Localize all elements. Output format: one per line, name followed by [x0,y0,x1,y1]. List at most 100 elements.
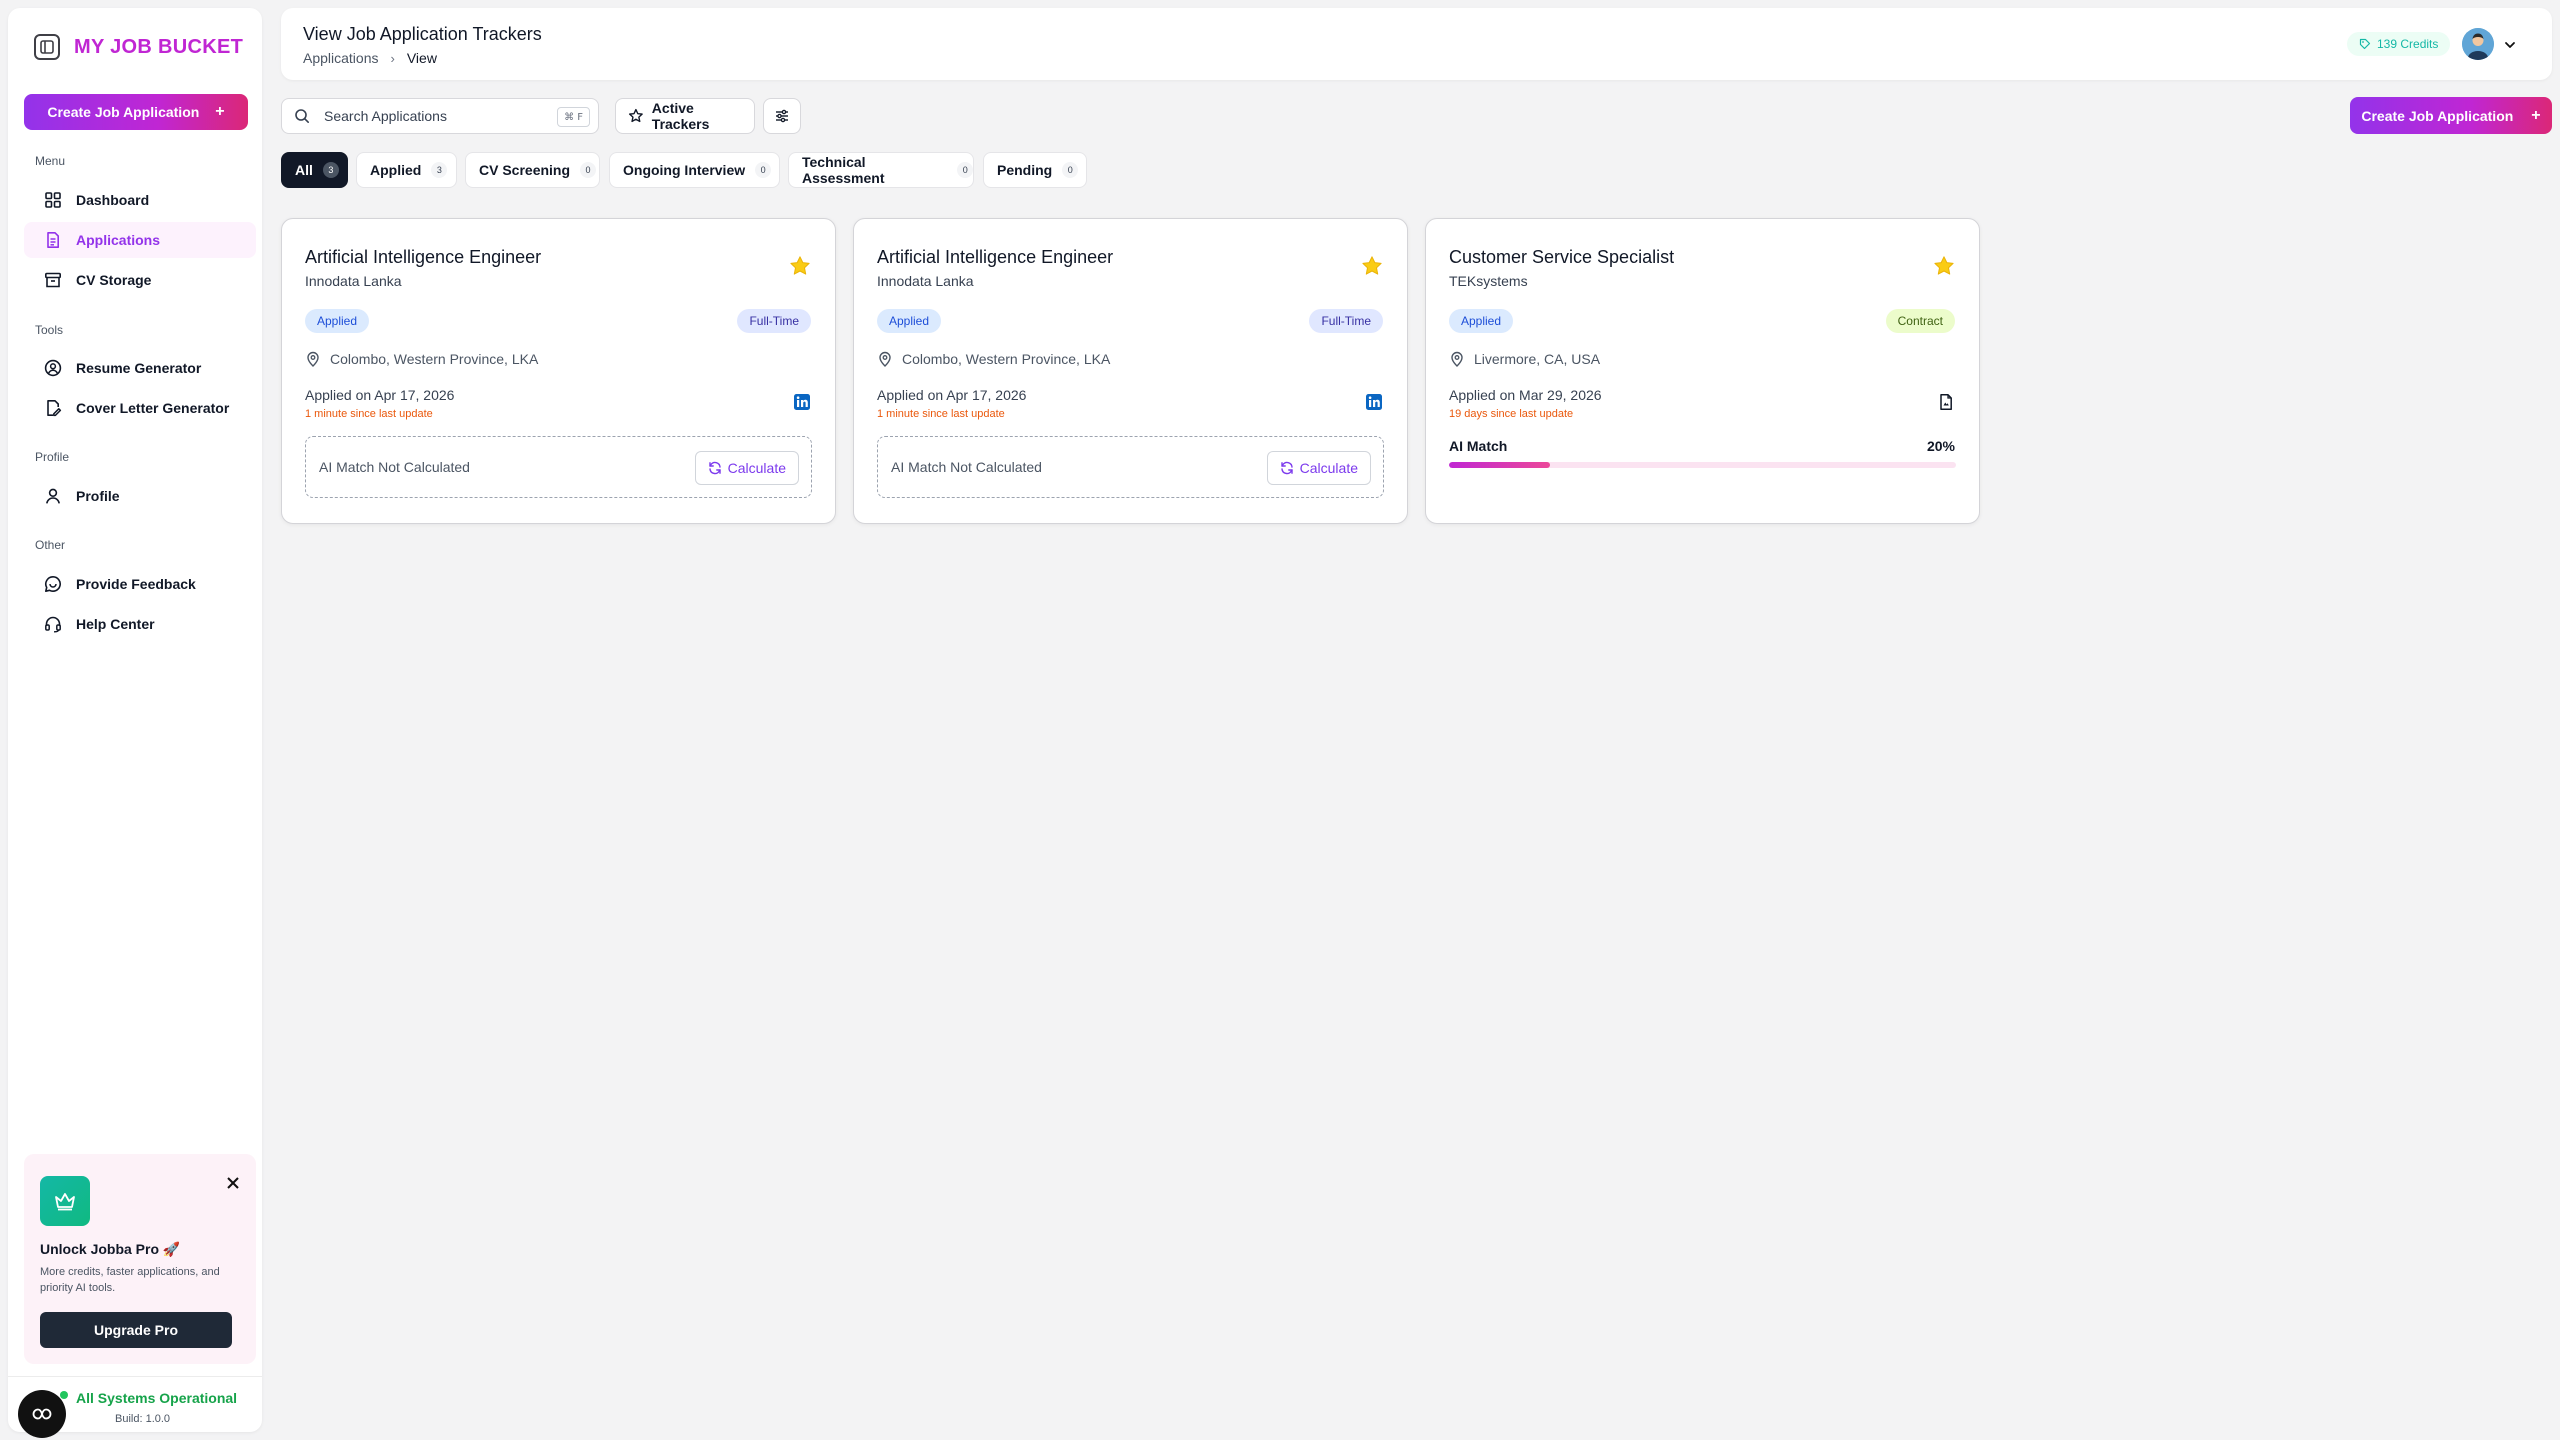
linkedin-icon[interactable] [1365,393,1383,411]
active-trackers-label: Active Trackers [651,100,710,132]
last-update: 1 minute since last update [877,408,1005,420]
company-name: Innodata Lanka [877,273,974,289]
sidebar-item-dashboard[interactable]: Dashboard [24,182,256,218]
sidebar-item-cover-letter-generator[interactable]: Cover Letter Generator [24,390,256,426]
map-pin-icon [307,351,319,367]
chevron-down-icon[interactable] [2503,38,2517,52]
location-text: Colombo, Western Province, LKA [330,351,539,367]
file-icon[interactable] [1937,393,1955,411]
job-type-badge: Full-Time [1309,309,1383,333]
job-location: Livermore, CA, USA [1449,351,1600,367]
breadcrumb: Applications › View [303,50,437,66]
job-title: Customer Service Specialist [1449,247,1675,267]
sliders-icon [776,109,788,123]
active-trackers-button[interactable]: Active Trackers [615,98,755,134]
map-pin-icon [1451,351,1463,367]
tab-count: 0 [957,162,973,178]
job-type-badge: Full-Time [737,309,811,333]
calculate-button[interactable]: Calculate [694,451,799,485]
star-icon[interactable] [1933,255,1955,277]
applied-date: Applied on Mar 29, 2026 [1449,387,1602,403]
location-text: Livermore, CA, USA [1474,351,1601,367]
search-input[interactable] [324,108,544,124]
tab-pending[interactable]: Pending 0 [983,152,1087,188]
linkedin-icon[interactable] [793,393,811,411]
sidebar-toggle-icon[interactable] [34,34,60,60]
close-icon[interactable] [224,1174,242,1192]
status-badge: Applied [877,309,942,333]
tag-icon [2359,38,2371,50]
company-name: TEKsystems [1449,273,1528,289]
applied-date: Applied on Apr 17, 2026 [877,387,1027,403]
sidebar-item-label: Applications [76,232,161,248]
map-pin-icon [879,351,891,367]
tab-ongoing-interview[interactable]: Ongoing Interview 0 [609,152,780,188]
star-outline-icon [628,108,643,123]
sidebar-item-applications[interactable]: Applications [24,222,256,258]
tab-applied[interactable]: Applied 3 [356,152,457,188]
calculate-label: Calculate [727,460,786,476]
last-update: 19 days since last update [1449,408,1574,420]
tab-count: 0 [580,162,597,178]
avatar[interactable] [2462,28,2494,60]
sidebar-item-resume-generator[interactable]: Resume Generator [24,350,256,386]
ai-match-percent: 20% [1926,438,1955,454]
sidebar-item-cv-storage[interactable]: CV Storage [24,262,256,298]
ai-match-progress [1449,462,1956,468]
section-menu: Menu [35,154,66,168]
application-card[interactable]: Artificial Intelligence Engineer Innodat… [281,218,836,524]
job-type-badge: Contract [1885,309,1955,333]
sidebar-create-button[interactable]: Create Job Application + [24,94,248,130]
create-job-application-button[interactable]: Create Job Application + [2350,97,2552,134]
file-pen-icon [47,400,62,417]
breadcrumb-applications[interactable]: Applications [303,50,379,66]
search-shortcut: ⌘ F [557,107,590,127]
tab-label: Technical Assessment [802,154,885,186]
system-status-icon[interactable] [18,1390,66,1438]
breadcrumb-view: View [406,50,437,66]
tab-count: 3 [431,162,448,178]
ai-match-box: AI Match Not Calculated Calculate [877,436,1384,498]
sidebar-item-label: Cover Letter Generator [76,400,230,416]
tab-cv-screening[interactable]: CV Screening 0 [465,152,600,188]
sidebar-item-provide-feedback[interactable]: Provide Feedback [24,566,256,602]
sidebar-item-profile[interactable]: Profile [24,478,256,514]
tab-label: CV Screening [479,162,571,178]
tab-count: 0 [755,162,772,178]
sidebar: MY JOB BUCKET Create Job Application + M… [8,8,262,1438]
section-tools: Tools [35,323,64,337]
applied-date: Applied on Apr 17, 2026 [305,387,455,403]
sidebar-item-label: Provide Feedback [76,576,196,592]
page-title: View Job Application Trackers [303,24,542,44]
search-icon [295,109,309,123]
tab-label: Ongoing Interview [623,162,746,178]
status-badge: Applied [305,309,370,333]
job-location: Colombo, Western Province, LKA [877,351,1110,367]
ai-match-text: AI Match Not Calculated [891,459,1042,475]
sidebar-item-help-center[interactable]: Help Center [24,606,256,642]
divider [8,1376,262,1377]
application-card[interactable]: Artificial Intelligence Engineer Innodat… [853,218,1408,524]
search-bar[interactable]: ⌘ F [281,98,599,134]
tab-technical-assessment[interactable]: Technical Assessment 0 [788,152,974,188]
credits-badge[interactable]: 139 Credits [2347,32,2451,56]
job-title: Artificial Intelligence Engineer [305,247,542,267]
filter-button[interactable] [763,98,801,134]
star-icon[interactable] [1361,255,1383,277]
promo-title: Unlock Jobba Pro 🚀 [40,1241,181,1257]
application-card[interactable]: Customer Service Specialist TEKsystems A… [1425,218,1980,524]
star-icon[interactable] [789,255,811,277]
tab-label: All [295,162,313,178]
logo-text: MY JOB BUCKET [74,35,244,58]
ai-match-text: AI Match Not Calculated [319,459,470,475]
calculate-button[interactable]: Calculate [1266,451,1371,485]
logo[interactable]: MY JOB BUCKET [34,34,243,60]
tab-all[interactable]: All 3 [281,152,348,188]
message-icon [45,575,61,592]
status-dot [60,1391,68,1399]
location-text: Colombo, Western Province, LKA [902,351,1111,367]
create-label: Create Job Application [2361,107,2514,124]
status-badge: Applied [1449,309,1514,333]
upgrade-pro-button[interactable]: Upgrade Pro [40,1312,232,1348]
ai-match-box: AI Match Not Calculated Calculate [305,436,812,498]
